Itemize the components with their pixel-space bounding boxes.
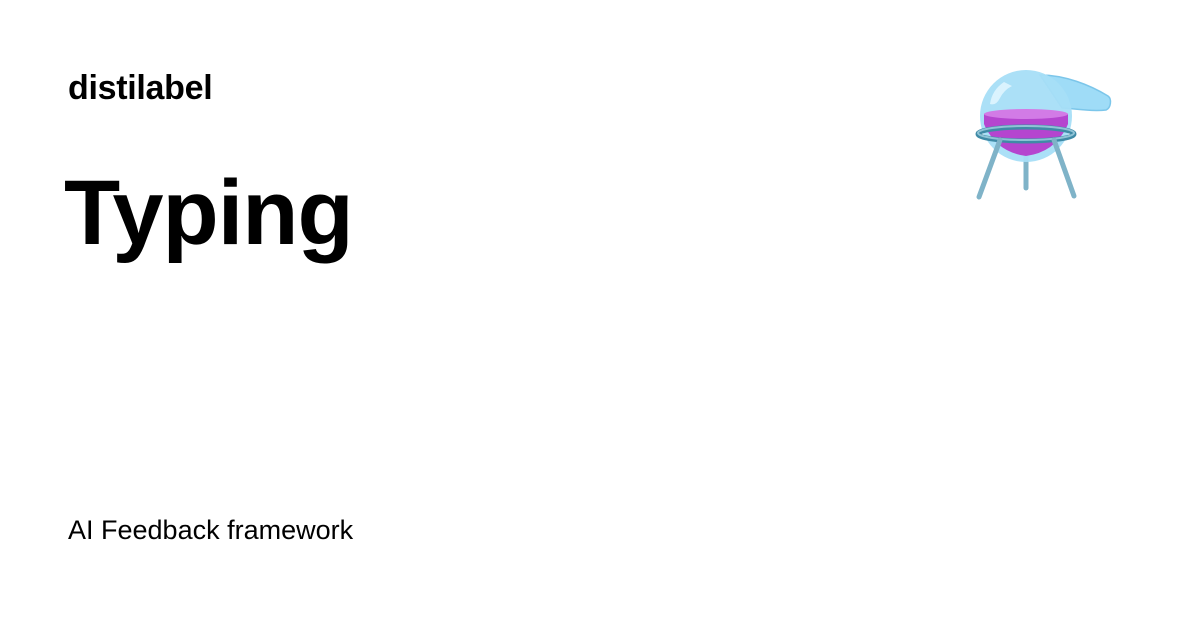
flask-on-stand-icon bbox=[975, 70, 1112, 200]
site-name: distilabel bbox=[68, 69, 213, 107]
site-description: AI Feedback framework bbox=[68, 515, 354, 545]
page-title: Typing bbox=[64, 162, 354, 264]
